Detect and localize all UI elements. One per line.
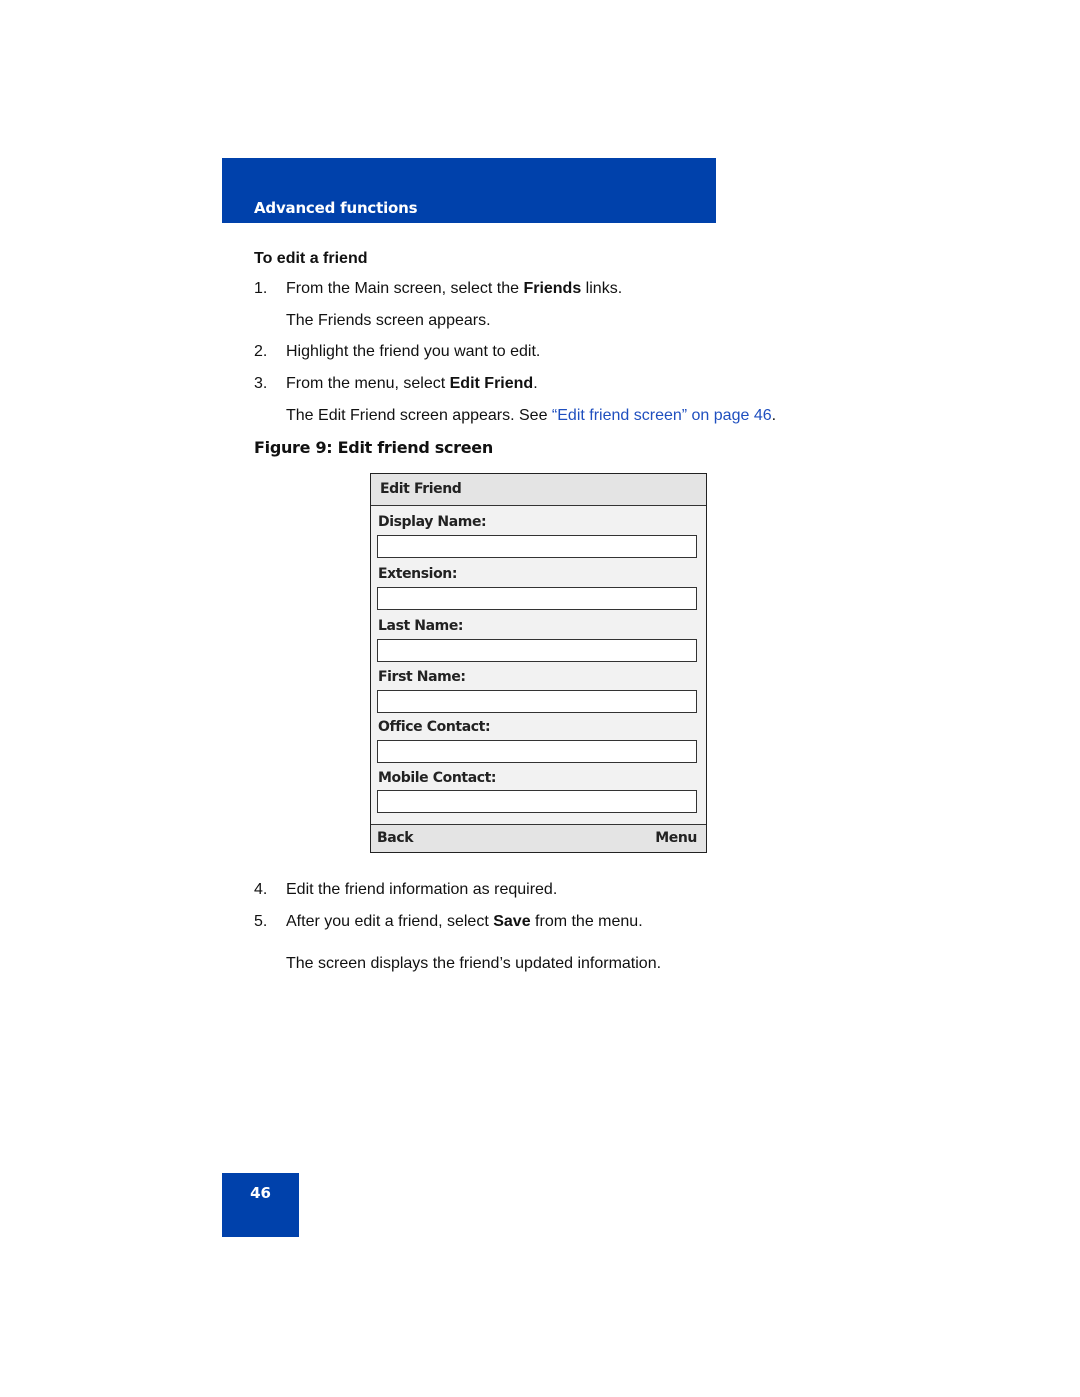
edit-friend-screen-figure: Edit Friend Display Name: Extension: Las… <box>370 473 707 853</box>
step-2: 2. Highlight the friend you want to edit. <box>254 343 541 360</box>
softkey-bar: Back Menu <box>371 824 706 852</box>
step-5: 5. After you edit a friend, select Save f… <box>254 913 643 930</box>
extension-label: Extension: <box>378 566 458 582</box>
procedure-title: To edit a friend <box>254 250 368 267</box>
first-name-input[interactable] <box>377 690 697 713</box>
mobile-contact-input[interactable] <box>377 790 697 813</box>
page-number-box: 46 <box>222 1173 299 1237</box>
step-number: 1. <box>254 280 268 297</box>
step-3-result: The Edit Friend screen appears. See “Edi… <box>286 407 777 424</box>
step-number: 4. <box>254 881 268 898</box>
office-contact-input[interactable] <box>377 740 697 763</box>
menu-softkey[interactable]: Menu <box>655 830 697 846</box>
office-contact-label: Office Contact: <box>378 719 491 735</box>
figure-caption: Figure 9: Edit friend screen <box>254 438 493 457</box>
first-name-label: First Name: <box>378 669 466 685</box>
step-number: 3. <box>254 375 268 392</box>
page-number: 46 <box>250 1184 271 1202</box>
step-1-result: The Friends screen appears. <box>286 312 491 329</box>
back-softkey[interactable]: Back <box>377 830 414 846</box>
ui-term: Save <box>493 913 531 930</box>
step-number: 2. <box>254 343 268 360</box>
last-name-label: Last Name: <box>378 618 464 634</box>
step-1: 1. From the Main screen, select the Frien… <box>254 280 623 297</box>
screen-title: Edit Friend <box>371 474 706 506</box>
figure-cross-reference-link[interactable]: “Edit friend screen” on page 46 <box>552 407 772 424</box>
section-header-bar: Advanced functions <box>222 158 716 223</box>
step-3: 3. From the menu, select Edit Friend. <box>254 375 538 392</box>
last-name-input[interactable] <box>377 639 697 662</box>
display-name-label: Display Name: <box>378 514 487 530</box>
section-title: Advanced functions <box>254 199 418 217</box>
ui-term: Edit Friend <box>449 375 534 392</box>
mobile-contact-label: Mobile Contact: <box>378 770 497 786</box>
ui-term: Friends <box>523 280 582 297</box>
extension-input[interactable] <box>377 587 697 610</box>
step-4: 4. Edit the friend information as require… <box>254 881 558 898</box>
display-name-input[interactable] <box>377 535 697 558</box>
step-number: 5. <box>254 913 268 930</box>
step-5-result: The screen displays the friend’s updated… <box>286 955 662 972</box>
